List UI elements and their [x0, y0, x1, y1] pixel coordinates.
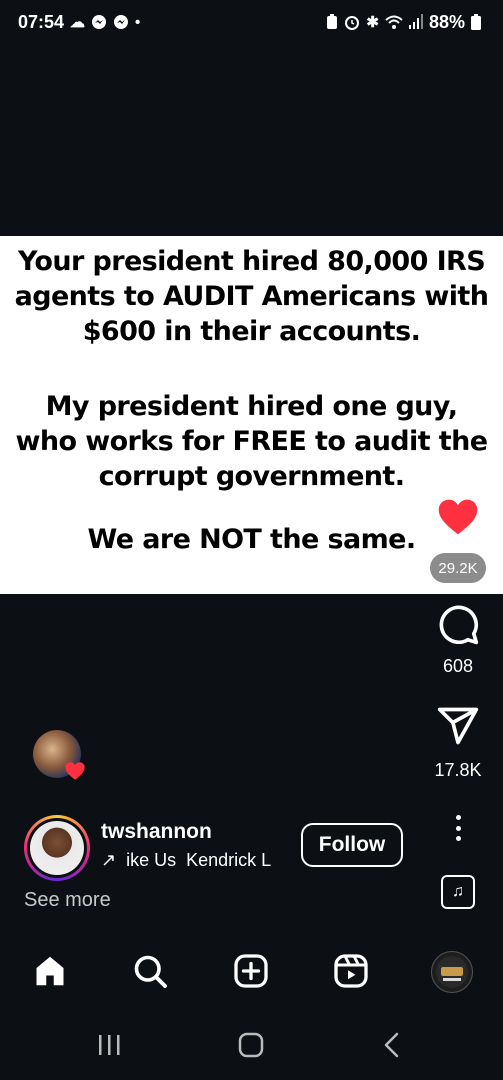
post-text-line: $600 in their accounts. — [82, 316, 421, 347]
battery-icon — [471, 14, 481, 30]
create-icon[interactable] — [233, 953, 269, 989]
audio-track[interactable]: ↗ ike Us Kendrick L — [101, 850, 287, 871]
like-heart-icon[interactable] — [436, 495, 480, 539]
profile-icon[interactable] — [431, 951, 473, 993]
battery-level: 88% — [428, 11, 465, 32]
messenger-icon — [114, 15, 129, 29]
like-count[interactable]: 29.2K — [430, 553, 486, 583]
see-more-link[interactable]: See more — [24, 889, 111, 912]
music-note-icon[interactable]: ♫ — [441, 875, 475, 909]
post-text-line: agents to AUDIT Americans with — [14, 281, 489, 312]
messenger-icon — [92, 15, 107, 29]
recent-apps-icon — [99, 1035, 120, 1055]
system-navigation — [99, 1032, 399, 1058]
post-text-line: We are NOT the same. — [87, 524, 417, 555]
audio-title: ike Us — [126, 850, 177, 870]
profile-logo-icon — [436, 956, 468, 988]
post-text-line: who works for FREE to audit the — [15, 426, 489, 457]
dot-icon: • — [135, 13, 141, 31]
more-options-icon[interactable] — [448, 815, 468, 841]
status-time: 07:54 — [18, 11, 65, 32]
post-text-line: corrupt government. — [98, 461, 405, 492]
author-avatar[interactable] — [24, 815, 90, 881]
author-username[interactable]: twshannon — [101, 820, 212, 844]
post-text-line: My president hired one guy, — [45, 391, 458, 422]
cloud-icon: ☁ — [70, 13, 86, 31]
battery-saver-icon — [327, 14, 338, 29]
bluetooth-icon: ✱ — [366, 13, 379, 31]
comment-count: 608 — [442, 656, 474, 676]
home-icon[interactable] — [32, 953, 68, 989]
follow-button[interactable]: Follow — [301, 823, 403, 867]
back-icon — [384, 1032, 399, 1058]
post-image[interactable]: Your president hired 80,000 IRS agents t… — [0, 236, 503, 594]
reels-icon[interactable] — [333, 953, 369, 989]
trending-arrow-icon: ↗ — [101, 850, 117, 870]
alarm-icon — [345, 16, 360, 30]
share-icon[interactable] — [436, 704, 480, 748]
status-bar: 07:54 ☁ • ✱ 88% — [0, 0, 503, 44]
search-icon[interactable] — [132, 953, 168, 989]
wifi-icon — [385, 15, 403, 29]
post-text-line: Your president hired 80,000 IRS — [17, 246, 486, 277]
share-count: 17.8K — [434, 760, 482, 780]
small-heart-icon — [65, 762, 85, 780]
audio-artist: Kendrick L — [186, 850, 272, 870]
comment-icon[interactable] — [436, 602, 480, 646]
home-button-icon — [238, 1032, 264, 1058]
signal-icon — [408, 14, 423, 29]
